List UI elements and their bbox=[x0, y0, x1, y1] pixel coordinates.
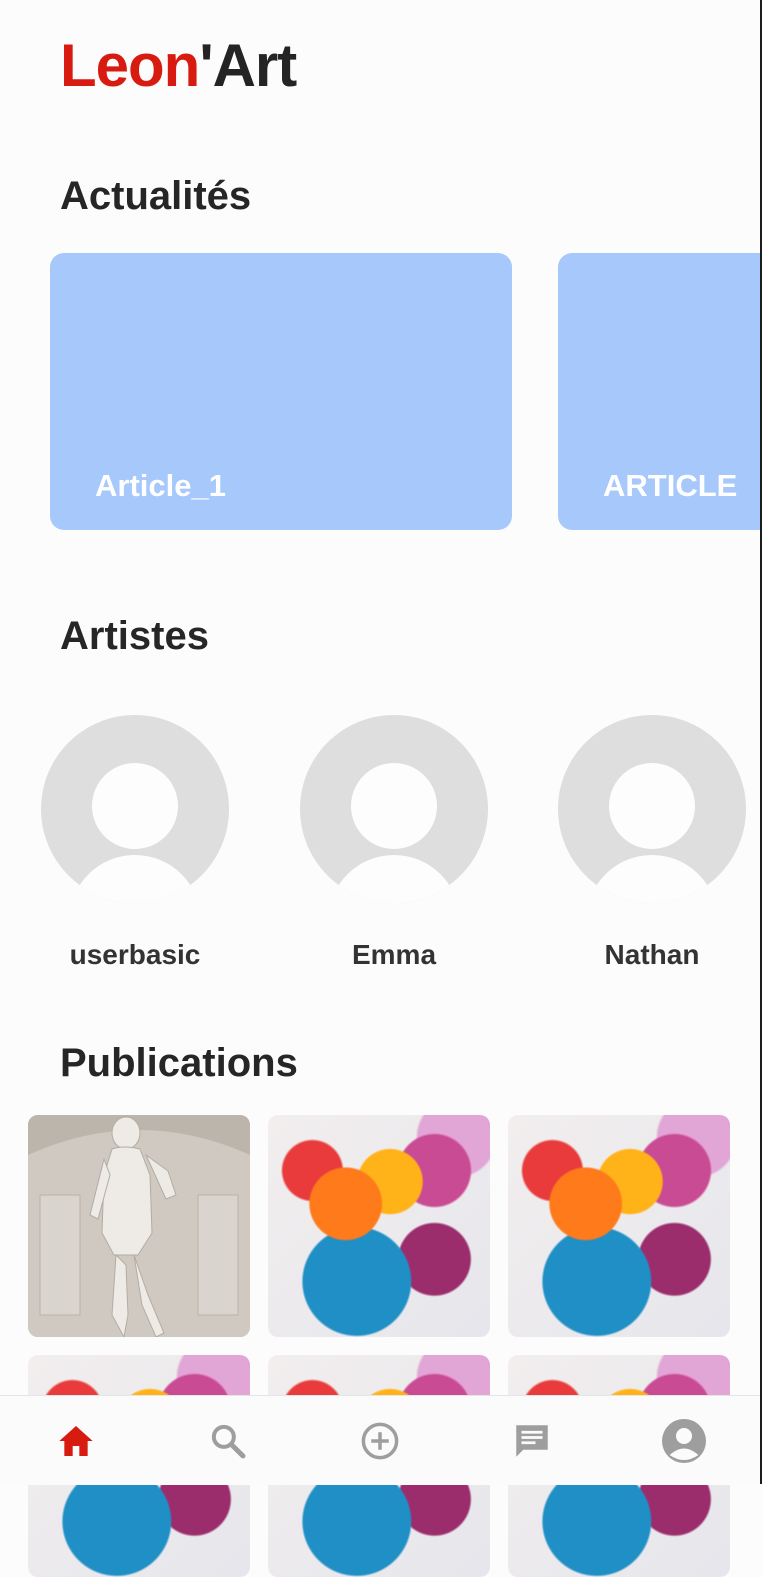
news-section-title: Actualités bbox=[60, 174, 252, 218]
logo-leon: Leon bbox=[60, 32, 200, 99]
bottom-navigation bbox=[0, 1395, 760, 1485]
news-card-1[interactable]: Article_1 bbox=[50, 253, 512, 530]
artist-nathan[interactable]: Nathan bbox=[558, 715, 746, 971]
news-card-label: Article_1 bbox=[95, 468, 226, 503]
nav-profile[interactable] bbox=[654, 1411, 714, 1471]
statue-image-icon bbox=[28, 1115, 250, 1337]
nav-add[interactable] bbox=[350, 1411, 410, 1471]
artist-name: Nathan bbox=[604, 939, 700, 970]
avatar-placeholder-icon bbox=[558, 715, 746, 903]
publication-paint-splash[interactable] bbox=[508, 1115, 730, 1337]
logo-art: 'Art bbox=[199, 32, 297, 99]
add-circle-icon bbox=[361, 1422, 399, 1459]
artist-name: Emma bbox=[351, 939, 437, 970]
chat-icon bbox=[516, 1424, 548, 1457]
artist-emma[interactable]: Emma bbox=[300, 715, 488, 971]
nav-search[interactable] bbox=[198, 1411, 258, 1471]
avatar-placeholder-icon bbox=[41, 715, 229, 903]
home-icon bbox=[59, 1425, 93, 1456]
publications-section-title: Publications bbox=[60, 1041, 298, 1085]
artists-section-title: Artistes bbox=[60, 614, 209, 658]
nav-home[interactable] bbox=[46, 1411, 106, 1471]
app-logo: Leon'Art bbox=[60, 30, 297, 102]
account-icon bbox=[662, 1418, 706, 1463]
publication-paint-splash[interactable] bbox=[268, 1115, 490, 1337]
publication-statue[interactable] bbox=[28, 1115, 250, 1337]
artist-name: userbasic bbox=[69, 939, 201, 970]
news-card-2[interactable]: ARTICLE bbox=[558, 253, 760, 530]
search-icon bbox=[211, 1424, 246, 1458]
artist-userbasic[interactable]: userbasic bbox=[41, 715, 229, 971]
news-card-label: ARTICLE bbox=[603, 468, 738, 503]
avatar-placeholder-icon bbox=[300, 715, 488, 903]
nav-messages[interactable] bbox=[502, 1411, 562, 1471]
